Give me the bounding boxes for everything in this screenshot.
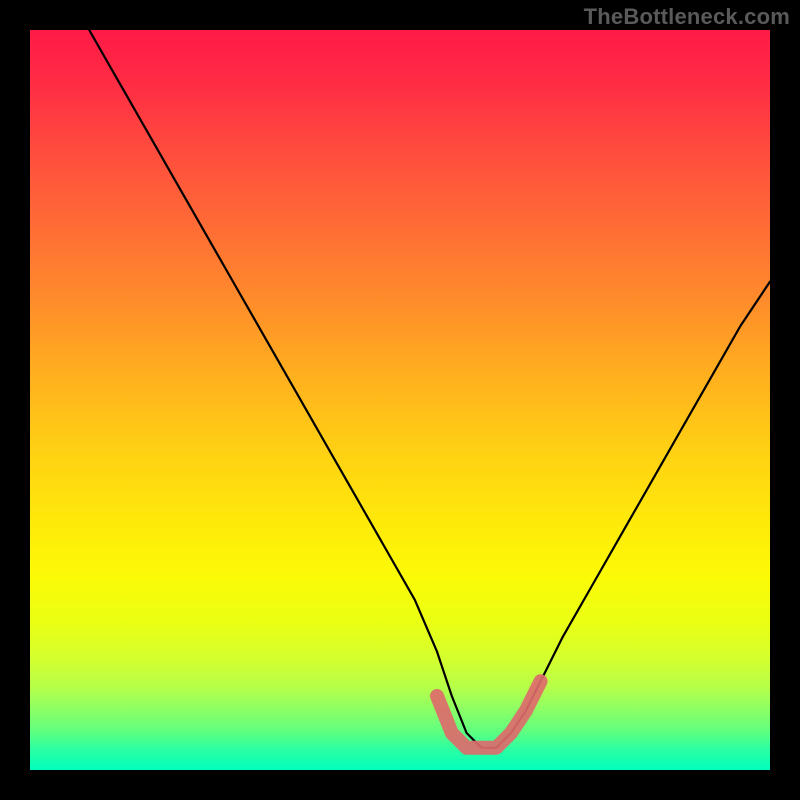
plot-area	[30, 30, 770, 770]
chart-frame: TheBottleneck.com	[0, 0, 800, 800]
optimal-zone-path	[437, 681, 541, 748]
bottleneck-curve-path	[89, 30, 770, 748]
curve-svg	[30, 30, 770, 770]
watermark-text: TheBottleneck.com	[584, 4, 790, 30]
